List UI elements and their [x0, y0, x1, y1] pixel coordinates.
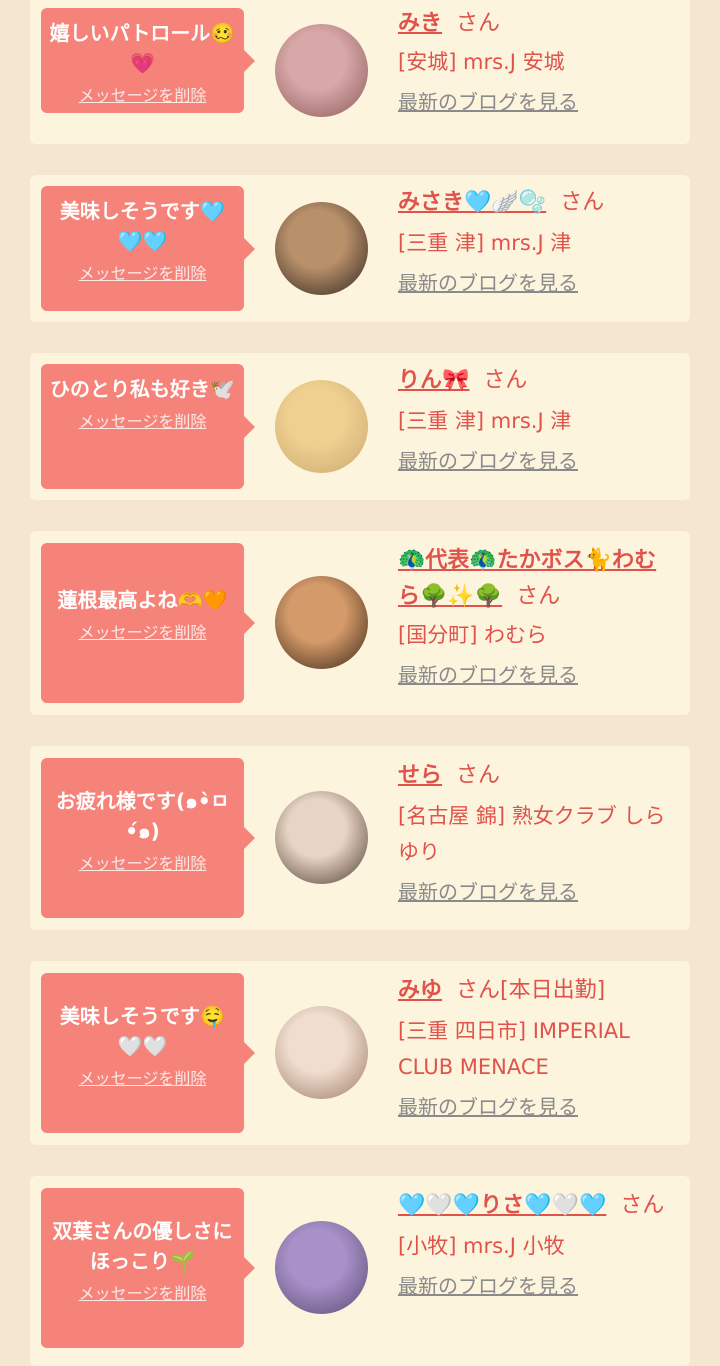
- user-name-link[interactable]: せら: [398, 763, 442, 788]
- shop-label: [三重 津] mrs.J 津: [398, 231, 572, 255]
- blog-link[interactable]: 最新のブログを見る: [398, 447, 578, 475]
- shop-label: [三重 津] mrs.J 津: [398, 409, 572, 433]
- message-list: 嬉しいパトロール🥴💗 メッセージを削除 みき さん [安城] mrs.J 安城 最…: [0, 0, 720, 1366]
- delete-message-link[interactable]: メッセージを削除: [49, 1069, 236, 1089]
- user-name-link[interactable]: みゆ: [398, 978, 442, 1003]
- user-name-link[interactable]: りん🎀: [398, 368, 469, 393]
- avatar[interactable]: [275, 202, 368, 295]
- blog-link[interactable]: 最新のブログを見る: [398, 269, 578, 297]
- list-item: お疲れ様です(๑•̀ㅁ•́๑) メッセージを削除 せら さん [名古屋 錦] 熟女…: [30, 746, 690, 930]
- message-text: ひのとり私も好き🕊️: [50, 377, 235, 401]
- avatar[interactable]: [275, 1221, 368, 1314]
- avatar[interactable]: [275, 576, 368, 669]
- delete-message-link[interactable]: メッセージを削除: [49, 412, 236, 432]
- shop-label: [安城] mrs.J 安城: [398, 50, 565, 74]
- shop-label: [小牧] mrs.J 小牧: [398, 1234, 565, 1258]
- list-item: 美味しそうです🤤🤍🤍 メッセージを削除 みゆ さん[本日出勤] [三重 四日市] …: [30, 961, 690, 1145]
- user-info: みき さん [安城] mrs.J 安城 最新のブログを見る: [398, 6, 678, 116]
- list-item: 蓮根最高よね🫶🧡 メッセージを削除 🦚代表🦚たかボス🐈わむら🌳✨🌳 さん [国分町…: [30, 531, 690, 715]
- user-name-link[interactable]: 🩵🤍🩵りさ🩵🤍🩵: [398, 1193, 606, 1218]
- honorific: さん: [620, 1193, 665, 1218]
- honorific: さん: [456, 11, 501, 36]
- message-bubble: ひのとり私も好き🕊️ メッセージを削除: [41, 364, 255, 489]
- avatar[interactable]: [275, 791, 368, 884]
- message-bubble: 蓮根最高よね🫶🧡 メッセージを削除: [41, 543, 255, 703]
- shop-label: [三重 四日市] IMPERIAL CLUB MENACE: [398, 1019, 630, 1079]
- delete-message-link[interactable]: メッセージを削除: [49, 1284, 236, 1304]
- shop-label: [名古屋 錦] 熟女クラブ しらゆり: [398, 804, 666, 864]
- status-label: [本日出勤]: [500, 978, 606, 1003]
- user-info: せら さん [名古屋 錦] 熟女クラブ しらゆり 最新のブログを見る: [398, 758, 678, 906]
- delete-message-link[interactable]: メッセージを削除: [49, 264, 236, 284]
- honorific: さん: [483, 368, 528, 393]
- message-bubble: お疲れ様です(๑•̀ㅁ•́๑) メッセージを削除: [41, 758, 255, 918]
- blog-link[interactable]: 最新のブログを見る: [398, 661, 578, 689]
- blog-link[interactable]: 最新のブログを見る: [398, 1272, 578, 1300]
- message-bubble: 美味しそうです🩵🩵🩵 メッセージを削除: [41, 186, 255, 311]
- honorific: さん: [456, 763, 501, 788]
- avatar[interactable]: [275, 1006, 368, 1099]
- avatar[interactable]: [275, 24, 368, 117]
- message-text: 嬉しいパトロール🥴💗: [49, 21, 236, 75]
- blog-link[interactable]: 最新のブログを見る: [398, 88, 578, 116]
- user-info: みゆ さん[本日出勤] [三重 四日市] IMPERIAL CLUB MENACE…: [398, 973, 678, 1121]
- message-bubble: 美味しそうです🤤🤍🤍 メッセージを削除: [41, 973, 255, 1133]
- user-info: 🦚代表🦚たかボス🐈わむら🌳✨🌳 さん [国分町] わむら 最新のブログを見る: [398, 543, 678, 689]
- user-info: 🩵🤍🩵りさ🩵🤍🩵 さん [小牧] mrs.J 小牧 最新のブログを見る: [398, 1188, 678, 1300]
- list-item: 美味しそうです🩵🩵🩵 メッセージを削除 みさき🩵🪽🫧 さん [三重 津] mrs.…: [30, 175, 690, 322]
- list-item: 双葉さんの優しさにほっこり🌱 メッセージを削除 🩵🤍🩵りさ🩵🤍🩵 さん [小牧] …: [30, 1176, 690, 1366]
- message-text: 蓮根最高よね🫶🧡: [57, 588, 228, 612]
- user-name-link[interactable]: みき: [398, 11, 442, 36]
- user-info: みさき🩵🪽🫧 さん [三重 津] mrs.J 津 最新のブログを見る: [398, 185, 678, 297]
- message-bubble: 双葉さんの優しさにほっこり🌱 メッセージを削除: [41, 1188, 255, 1348]
- avatar[interactable]: [275, 380, 368, 473]
- blog-link[interactable]: 最新のブログを見る: [398, 1093, 578, 1121]
- message-text: お疲れ様です(๑•̀ㅁ•́๑): [55, 789, 230, 843]
- shop-label: [国分町] わむら: [398, 623, 548, 647]
- user-name-link[interactable]: みさき🩵🪽🫧: [398, 190, 546, 215]
- list-item: 嬉しいパトロール🥴💗 メッセージを削除 みき さん [安城] mrs.J 安城 最…: [30, 0, 690, 144]
- honorific: さん: [456, 978, 501, 1003]
- honorific: さん: [560, 190, 605, 215]
- list-item: ひのとり私も好き🕊️ メッセージを削除 りん🎀 さん [三重 津] mrs.J 津…: [30, 353, 690, 500]
- delete-message-link[interactable]: メッセージを削除: [49, 86, 236, 106]
- delete-message-link[interactable]: メッセージを削除: [49, 854, 236, 874]
- honorific: さん: [516, 584, 561, 609]
- delete-message-link[interactable]: メッセージを削除: [49, 623, 236, 643]
- message-text: 美味しそうです🤤🤍🤍: [60, 1004, 225, 1058]
- blog-link[interactable]: 最新のブログを見る: [398, 878, 578, 906]
- message-text: 美味しそうです🩵🩵🩵: [60, 199, 225, 253]
- message-text: 双葉さんの優しさにほっこり🌱: [52, 1219, 233, 1273]
- message-bubble: 嬉しいパトロール🥴💗 メッセージを削除: [41, 8, 255, 113]
- user-info: りん🎀 さん [三重 津] mrs.J 津 最新のブログを見る: [398, 363, 678, 475]
